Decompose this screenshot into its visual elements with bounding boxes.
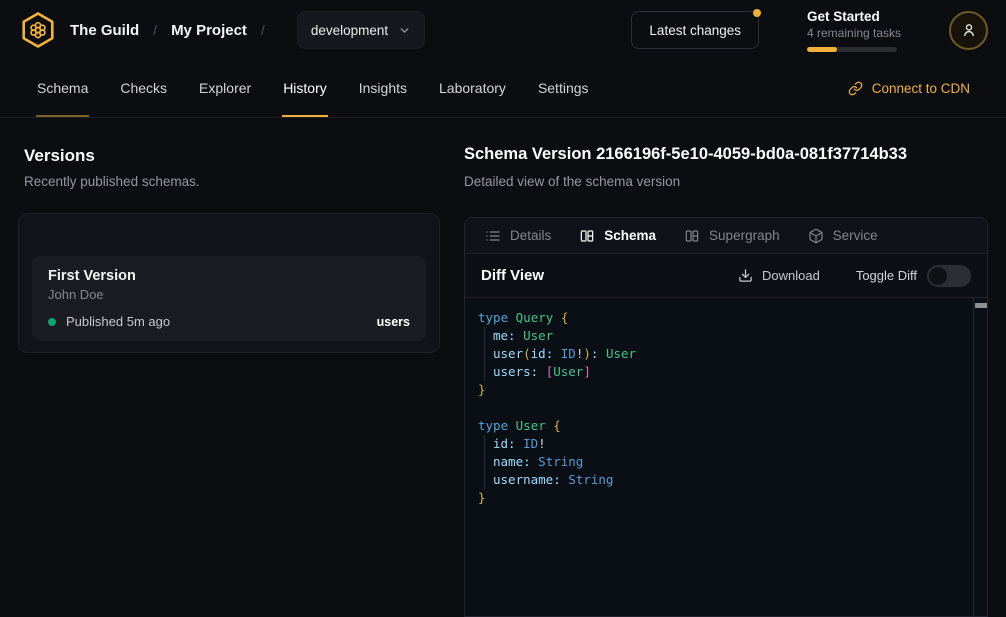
tab-label: Schema <box>604 228 656 243</box>
schema-version-subtitle: Detailed view of the schema version <box>464 174 680 189</box>
connect-to-cdn-label: Connect to CDN <box>872 81 970 96</box>
tab-label: History <box>283 80 327 96</box>
versions-subtitle: Recently published schemas. <box>24 174 200 189</box>
get-started-progressbar <box>807 47 897 52</box>
tab-label: Checks <box>120 80 167 96</box>
list-icon <box>485 228 501 244</box>
project-breadcrumb[interactable]: My Project <box>171 22 247 39</box>
download-button[interactable]: Download <box>738 268 820 283</box>
breadcrumb-separator: / <box>261 22 265 38</box>
code-scrollbar-track[interactable] <box>973 298 987 617</box>
latest-changes-button[interactable]: Latest changes <box>631 11 759 49</box>
link-icon <box>848 81 863 96</box>
tab-insights[interactable]: Insights <box>358 60 408 117</box>
schema-sdl-code[interactable]: type Query {me: Useruser(id: ID!): Useru… <box>465 298 973 617</box>
tab-settings[interactable]: Settings <box>537 60 590 117</box>
schema-code-viewer: type Query {me: Useruser(id: ID!): Useru… <box>465 298 987 617</box>
latest-changes-label: Latest changes <box>649 23 741 38</box>
columns-icon <box>684 228 700 244</box>
columns-icon <box>579 228 595 244</box>
version-status: Published 5m ago <box>66 314 170 329</box>
tab-label: Service <box>833 228 878 243</box>
diff-view-title: Diff View <box>481 267 544 284</box>
version-name: First Version <box>48 268 410 284</box>
notification-dot <box>753 9 761 17</box>
connect-to-cdn-link[interactable]: Connect to CDN <box>848 60 970 117</box>
tab-schema-view[interactable]: Schema <box>579 228 656 244</box>
avatar[interactable] <box>949 11 988 50</box>
toggle-diff-label: Toggle Diff <box>856 268 917 283</box>
version-status-row: Published 5m ago users <box>48 314 410 329</box>
toggle-knob <box>929 267 947 285</box>
tab-label: Explorer <box>199 80 251 96</box>
tab-supergraph[interactable]: Supergraph <box>684 228 780 244</box>
tab-label: Schema <box>37 80 88 96</box>
versions-list: First Version John Doe Published 5m ago … <box>18 213 440 353</box>
tab-label: Insights <box>359 80 407 96</box>
toggle-diff-switch[interactable] <box>927 265 971 287</box>
tab-history[interactable]: History <box>282 60 328 117</box>
org-breadcrumb[interactable]: The Guild <box>70 22 139 39</box>
download-label: Download <box>762 268 820 283</box>
service-badge: users <box>377 315 410 329</box>
breadcrumb-separator: / <box>153 22 157 38</box>
box-icon <box>808 228 824 244</box>
get-started-title: Get Started <box>807 9 899 24</box>
tab-label: Laboratory <box>439 80 506 96</box>
target-nav: Schema Checks Explorer History Insights … <box>0 60 1006 118</box>
schema-version-panel: Details Schema Supergraph Service Diff V… <box>464 217 988 617</box>
hive-logo-icon[interactable] <box>18 10 58 50</box>
target-selector[interactable]: development <box>297 11 425 49</box>
tab-laboratory[interactable]: Laboratory <box>438 60 507 117</box>
download-icon <box>738 268 753 283</box>
get-started-widget[interactable]: Get Started 4 remaining tasks <box>807 9 899 52</box>
tab-label: Details <box>510 228 551 243</box>
tab-label: Supergraph <box>709 228 780 243</box>
version-list-item[interactable]: First Version John Doe Published 5m ago … <box>32 256 426 341</box>
schema-version-title: Schema Version 2166196f-5e10-4059-bd0a-0… <box>464 145 988 164</box>
top-header: The Guild / My Project / development Lat… <box>0 0 1006 60</box>
target-selector-value: development <box>311 23 388 38</box>
tab-schema[interactable]: Schema <box>36 60 89 117</box>
diff-actions: Download Toggle Diff <box>738 265 971 287</box>
tab-details[interactable]: Details <box>485 228 551 244</box>
version-author: John Doe <box>48 287 410 302</box>
code-scrollbar-thumb[interactable] <box>975 303 987 308</box>
tab-service[interactable]: Service <box>808 228 878 244</box>
chevron-down-icon <box>398 24 411 37</box>
tab-explorer[interactable]: Explorer <box>198 60 252 117</box>
user-icon <box>960 21 978 39</box>
detail-tabbar: Details Schema Supergraph Service <box>465 218 987 254</box>
get-started-progress-fill <box>807 47 837 52</box>
tab-checks[interactable]: Checks <box>119 60 168 117</box>
diff-header: Diff View Download Toggle Diff <box>465 254 987 298</box>
versions-title: Versions <box>24 146 95 166</box>
tab-label: Settings <box>538 80 589 96</box>
get-started-subtitle: 4 remaining tasks <box>807 26 899 40</box>
published-status-dot <box>48 318 56 326</box>
